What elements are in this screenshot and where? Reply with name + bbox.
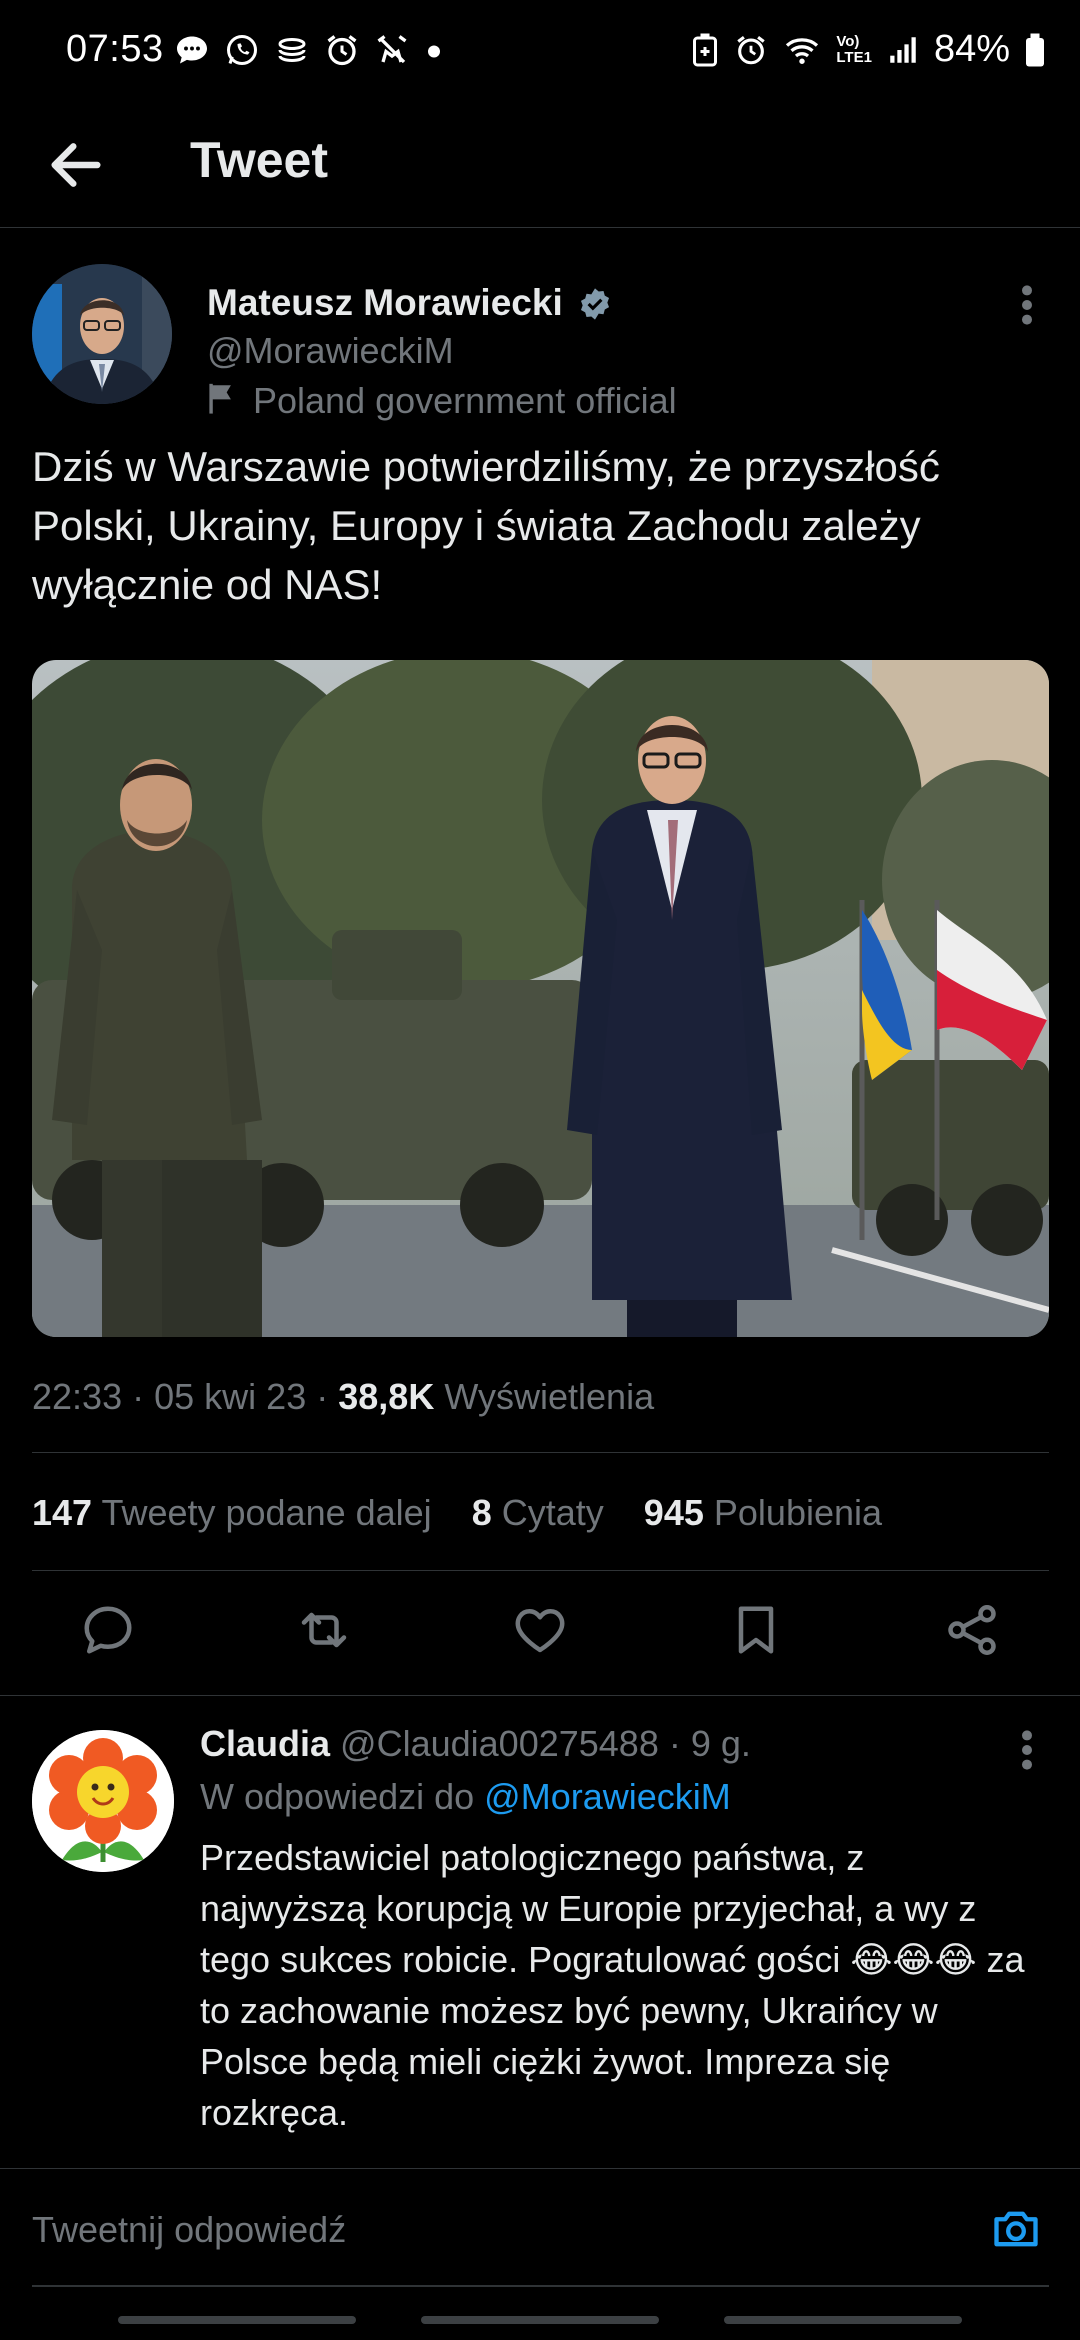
reply-input[interactable]: Tweetnij odpowiedź [32,2209,346,2251]
wifi-icon [786,37,819,64]
page-title: Tweet [190,132,328,188]
tweet-text: Dziś w Warszawie potwierdziliśmy, że prz… [32,443,940,608]
muted-alarm-icon [377,35,407,64]
verified-badge-icon [580,288,610,320]
share-icon[interactable] [942,1600,1002,1660]
camera-icon[interactable] [990,2203,1042,2255]
reply-time: · 9 g. [668,1723,751,1764]
more-options-icon[interactable] [1012,1725,1042,1775]
arrow-left-icon[interactable] [44,133,108,197]
avatar[interactable] [32,264,172,404]
bookmark-icon[interactable] [726,1600,786,1660]
author-name[interactable]: Mateusz Morawiecki [207,282,563,324]
reply-avatar[interactable] [32,1730,174,1872]
battery-icon [1026,33,1044,66]
affiliation-label: Poland government official [253,380,677,421]
views-label[interactable]: Wyświetlenia [444,1376,654,1417]
reply-header: Claudia @Claudia00275488 · 9 g. [200,1723,751,1765]
reply-icon[interactable] [78,1600,138,1660]
reply-author-name[interactable]: Claudia [200,1723,330,1764]
volte-icon: Vo) LTE1 [836,32,872,66]
compose-underline [32,2285,1049,2287]
tweet-date: 05 kwi 23 [154,1376,307,1417]
app-header: Tweet [0,105,1080,228]
system-nav-bar [0,2300,1080,2340]
status-bar: 07:53 Vo) LTE1 84% [0,0,1080,105]
author-handle[interactable]: @MorawieckiM [207,330,454,372]
nav-home[interactable] [421,2316,659,2324]
reply-compose-bar: Tweetnij odpowiedź [0,2168,1080,2289]
tweet-photo[interactable] [32,660,1049,1337]
tweet-actions [0,1600,1080,1670]
more-options-icon[interactable] [1012,280,1042,330]
views-count[interactable]: 38,8K [338,1376,434,1417]
signal-icon [890,36,916,63]
tweet-stats: 147 Tweety podane dalej 8 Cytaty 945 Pol… [32,1492,882,1534]
likes-stat[interactable]: 945 Polubienia [644,1492,882,1533]
retweet-icon[interactable] [294,1600,354,1660]
status-time: 07:53 [66,28,164,70]
alarm-icon [737,35,766,64]
flag-icon [209,383,231,414]
reply-text: Przedstawiciel patologicznego państwa, z… [200,1837,1025,2133]
quotes-stat[interactable]: 8 Cytaty [472,1492,604,1533]
like-icon[interactable] [510,1600,570,1660]
nav-recent-apps[interactable] [118,2316,356,2324]
retweets-stat[interactable]: 147 Tweety podane dalej [32,1492,432,1533]
battery-percent: 84% [933,28,1010,70]
nav-back[interactable] [724,2316,962,2324]
whatsapp-icon [227,35,257,65]
divider [32,1452,1049,1453]
tweet-meta: 22:33 · 05 kwi 23 · 38,8K Wyświetlenia [32,1376,655,1417]
coin-stack-icon [278,38,306,63]
reply-to-mention[interactable]: @MorawieckiM [484,1776,731,1817]
reply-to-line: W odpowiedzi do @MorawieckiM [200,1776,731,1817]
reply-handle[interactable]: @Claudia00275488 [340,1723,659,1764]
battery-saver-icon [693,33,718,66]
divider [32,1570,1049,1571]
dot-icon [428,45,440,58]
chat-bubble-icon [177,36,207,64]
alarm-icon [327,35,357,66]
tweet-time: 22:33 [32,1376,123,1417]
divider [0,1695,1080,1696]
